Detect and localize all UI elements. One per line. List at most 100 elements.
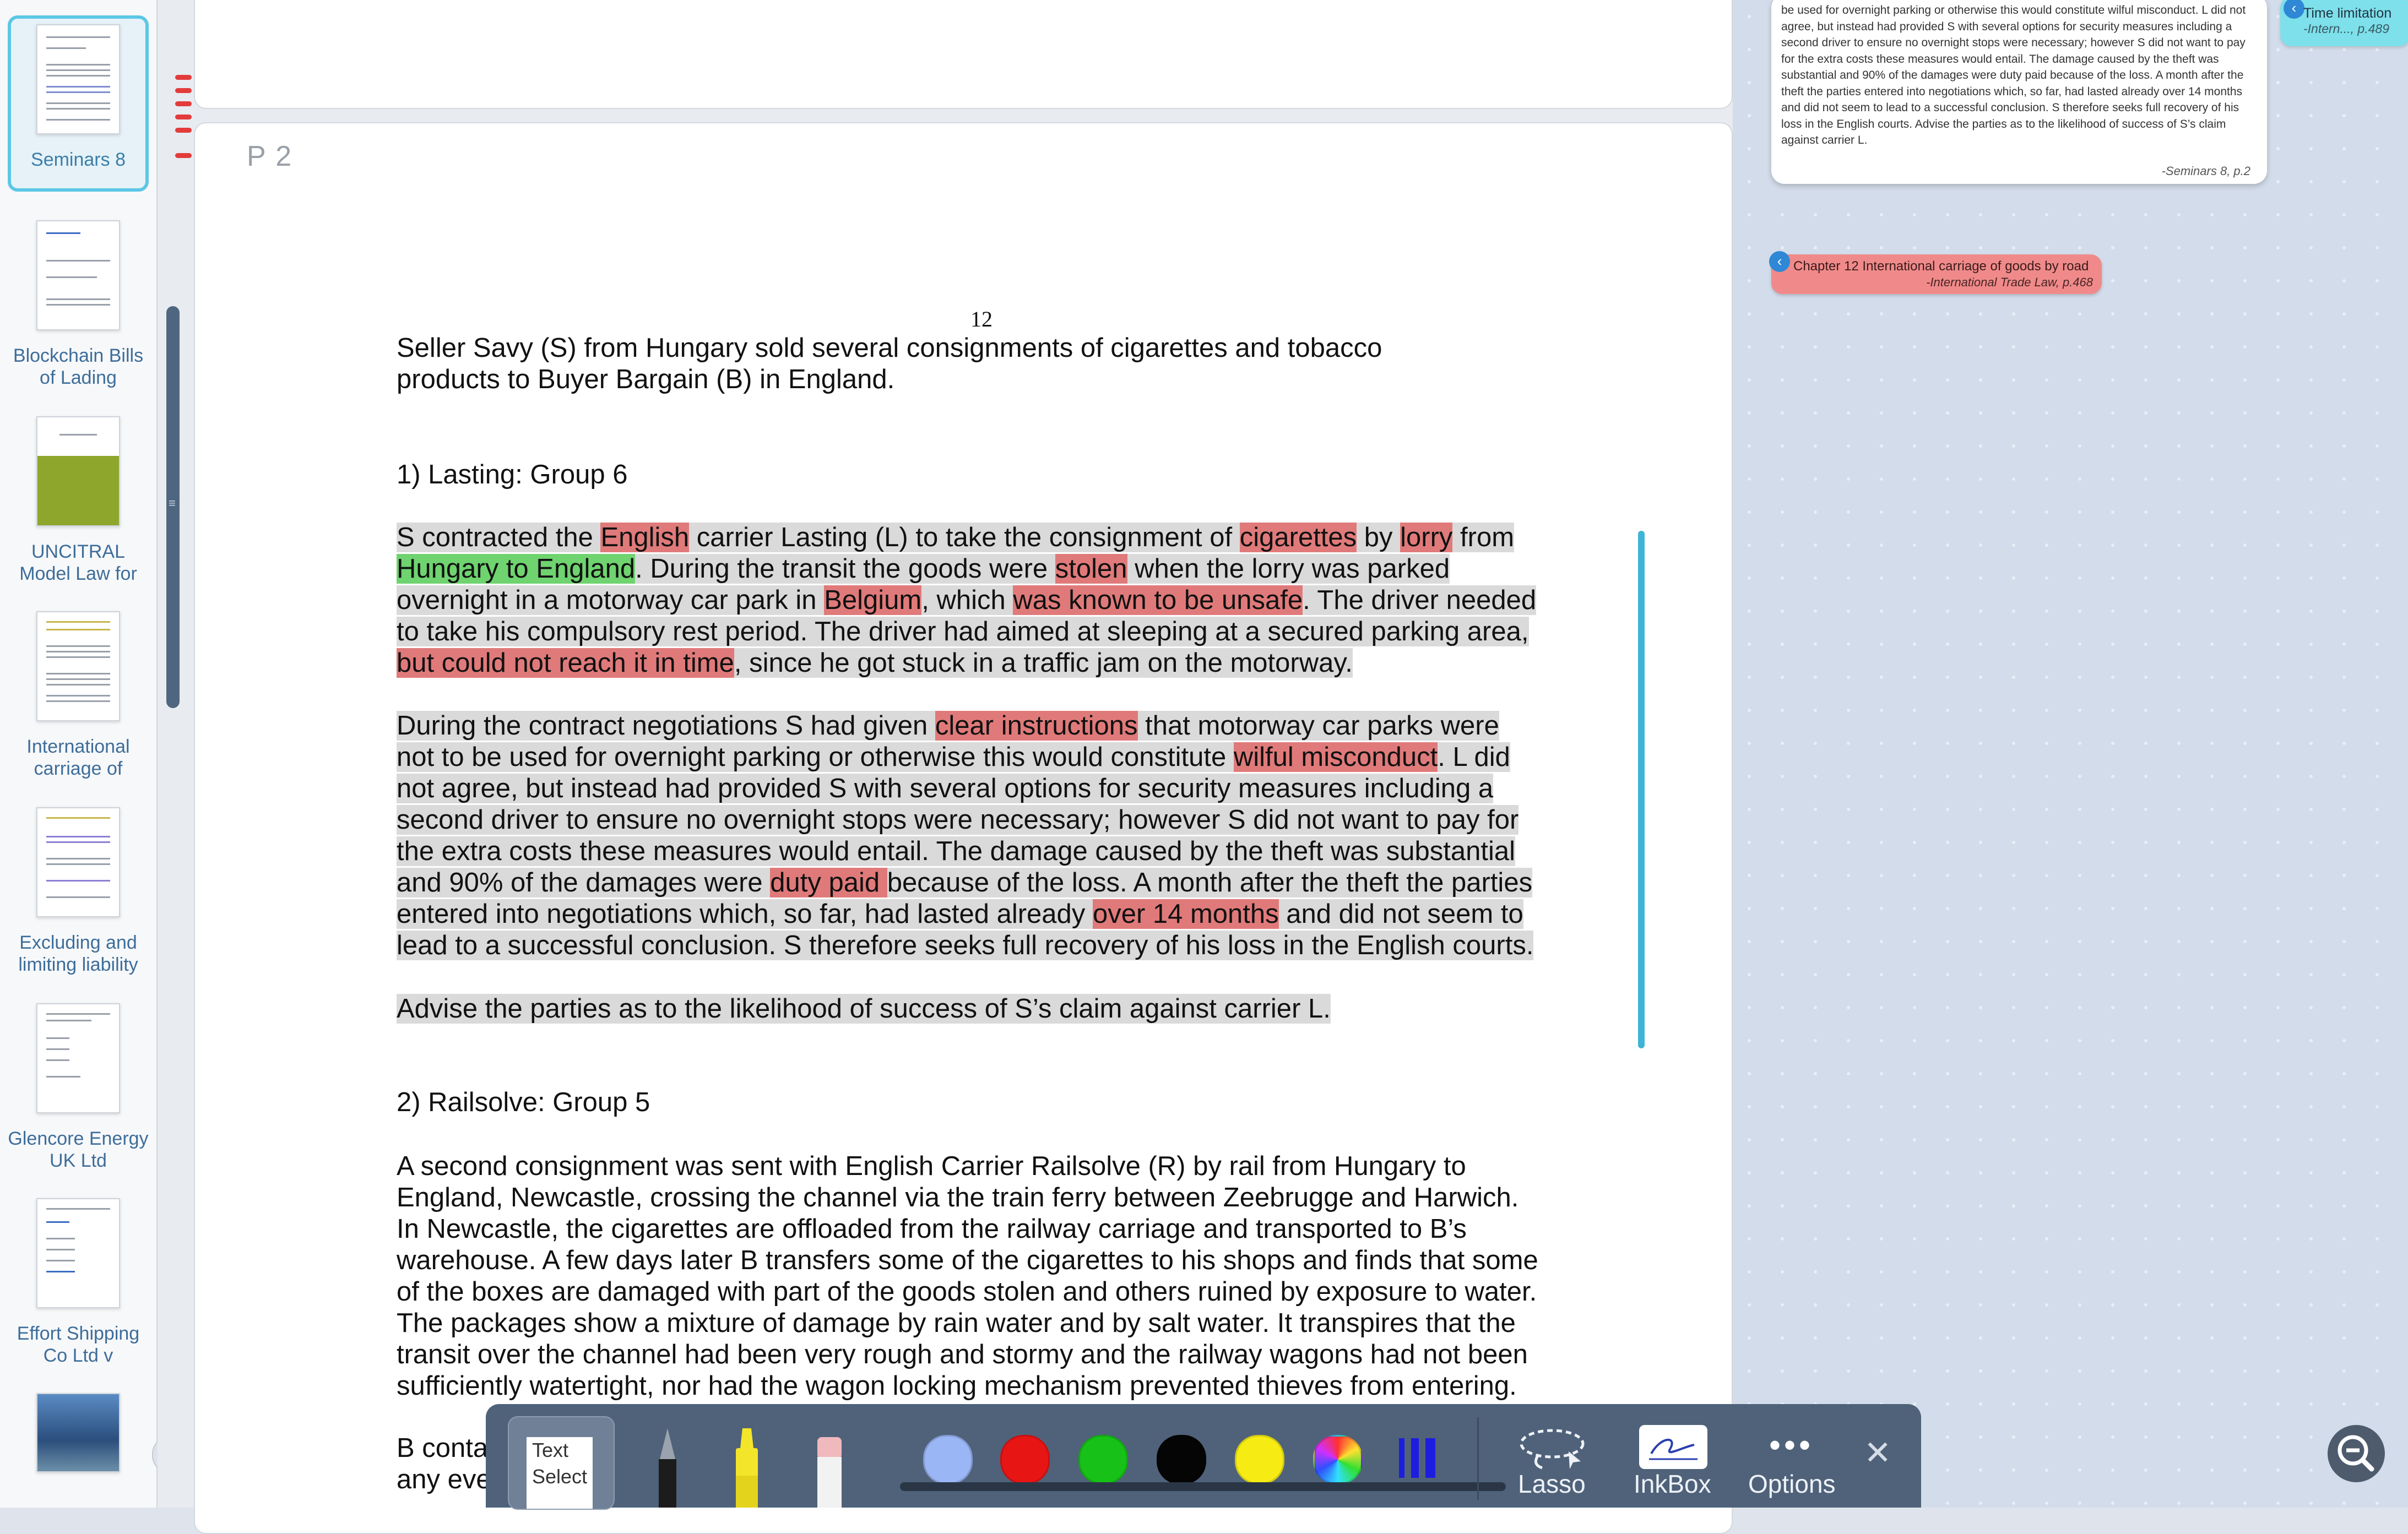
lasso-tool-button[interactable]: [1516, 1426, 1593, 1473]
inkbox-label: InkBox: [1634, 1470, 1711, 1498]
red-highlight[interactable]: wilful misconduct: [1233, 742, 1438, 772]
red-highlight[interactable]: stolen: [1055, 554, 1127, 584]
paragraph-contract-negotiations[interactable]: During the contract negotiations S had g…: [397, 710, 1625, 961]
paragraph-advise-question[interactable]: Advise the parties as to the likelihood …: [397, 993, 1625, 1025]
color-black-swatch[interactable]: [1157, 1435, 1206, 1484]
inkbox-tool-button[interactable]: [1639, 1425, 1707, 1469]
notes-canvas[interactable]: be used for overnight parking or otherwi…: [1733, 0, 2408, 1508]
inkbox-icon: [1649, 1439, 1697, 1460]
red-highlight[interactable]: was known to be unsafe: [1013, 585, 1303, 615]
zoom-out-button[interactable]: [2328, 1425, 2385, 1482]
excerpt-note-card[interactable]: be used for overnight parking or otherwi…: [1771, 0, 2267, 184]
annotation-toolbar: Text Select Lasso InkBox ••• Options ✕: [486, 1404, 1921, 1510]
text-segment: lead to a successful conclusion. S there…: [397, 931, 1534, 960]
tag-title: Chapter 12 International carriage of goo…: [1793, 259, 2089, 274]
color-light-blue-swatch[interactable]: [923, 1435, 973, 1484]
pen-tool-button[interactable]: [646, 1426, 690, 1508]
note-card-text: be used for overnight parking or otherwi…: [1781, 4, 2246, 146]
lasso-icon: [1520, 1429, 1585, 1470]
text-segment: entered into negotiations which, so far,…: [397, 899, 1093, 929]
red-highlight[interactable]: Belgium: [824, 585, 922, 615]
tool-size-slider[interactable]: [900, 1482, 1506, 1491]
color-green-swatch[interactable]: [1078, 1435, 1128, 1484]
text-segment: During the contract negotiations S had g…: [397, 711, 935, 741]
text-segment: the extra costs these measures would ent…: [397, 836, 1516, 866]
document-viewer: ≡ P 2 12 Seller Savy (S) from Hungary so…: [158, 0, 1927, 1534]
text-line: overnight in a motorway car park in Belg…: [397, 585, 1625, 616]
text-segment: . L did: [1438, 742, 1510, 772]
document-page: P 2 12 Seller Savy (S) from Hungary sold…: [194, 122, 1733, 1534]
paragraph-railsolve-facts[interactable]: A second consignment was sent with Engli…: [397, 1151, 1625, 1402]
text-line: transit over the channel had been very r…: [397, 1340, 1528, 1369]
red-highlight[interactable]: but could not reach it in time: [397, 648, 734, 678]
thumbnail-excluding-limiting-liability[interactable]: Excluding and limiting liability: [8, 807, 149, 976]
document-thumbnail-image: [36, 1393, 120, 1472]
text-segment: and 90% of the damages were: [397, 868, 771, 897]
pen-icon: [659, 1428, 676, 1508]
text-segment: and did not seem to: [1278, 899, 1523, 929]
color-picker-rainbow-swatch[interactable]: [1313, 1435, 1363, 1484]
note-card-source: -Seminars 8, p.2: [2161, 164, 2250, 178]
thumbnail-international-carriage[interactable]: International carriage of: [8, 611, 149, 780]
thumbnail-effort-shipping[interactable]: Effort Shipping Co Ltd v: [8, 1198, 149, 1367]
time-limitation-tag[interactable]: ‹ Time limitation -Intern..., p.489: [2280, 0, 2408, 46]
vertical-scrollbar[interactable]: ≡: [166, 306, 180, 708]
stroke-width-button[interactable]: [1396, 1436, 1440, 1483]
red-highlight[interactable]: cigarettes: [1239, 523, 1357, 552]
document-thumbnail-image: [36, 611, 120, 721]
stroke-width-icon: [1399, 1438, 1435, 1478]
grip-icon: ≡: [169, 496, 176, 510]
green-highlight[interactable]: Hungary to England: [397, 554, 636, 584]
eraser-icon: [817, 1437, 842, 1508]
more-options-icon[interactable]: •••: [1769, 1426, 1814, 1464]
chevron-left-icon[interactable]: ‹: [1769, 251, 1790, 272]
thumbnail-glencore-energy[interactable]: Glencore Energy UK Ltd: [8, 1003, 149, 1172]
thumbnail-label: Seminars 8: [31, 149, 126, 170]
chapter-12-tag[interactable]: ‹ Chapter 12 International carriage of g…: [1769, 251, 2102, 294]
text-segment: second driver to ensure no overnight sto…: [397, 805, 1519, 835]
red-highlight[interactable]: duty paid: [770, 868, 887, 897]
heading-railsolve: 2) Railsolve: Group 5: [397, 1087, 650, 1117]
annotation-bracket[interactable]: [1638, 531, 1645, 1048]
text-segment: , which: [921, 585, 1013, 615]
thumbnail-blockchain-bills[interactable]: Blockchain Bills of Lading: [8, 220, 149, 389]
text-segment: overnight in a motorway car park in: [397, 585, 825, 615]
thumbnail-uncitral-model-law[interactable]: UNCITRAL Model Law for: [8, 416, 149, 585]
text-line: and 90% of the damages were duty paid be…: [397, 867, 1625, 899]
document-thumbnail-image: [36, 220, 120, 330]
eraser-tool-button[interactable]: [807, 1426, 852, 1508]
annotation-markers: [167, 66, 192, 165]
thumbnail-seminars-8[interactable]: Seminars 8: [8, 15, 149, 192]
document-thumbnail-image: [36, 807, 120, 917]
red-highlight[interactable]: lorry: [1400, 523, 1453, 552]
highlighter-tool-button[interactable]: [725, 1426, 769, 1508]
thumbnail-label: International carriage of: [26, 736, 130, 779]
paragraph-lasting-facts[interactable]: S contracted the English carrier Lasting…: [397, 522, 1625, 679]
document-thumbnail-image: [36, 1003, 120, 1113]
tag-source: -International Trade Law, p.468: [1926, 275, 2093, 289]
red-highlight[interactable]: clear instructions: [935, 711, 1138, 741]
zoom-out-icon: [2338, 1435, 2374, 1472]
text-line: Advise the parties as to the likelihood …: [397, 993, 1625, 1025]
color-red-swatch[interactable]: [1000, 1435, 1050, 1484]
tag-source: -Intern..., p.489: [2303, 21, 2389, 36]
red-highlight[interactable]: English: [600, 523, 690, 552]
close-toolbar-button[interactable]: ✕: [1864, 1434, 1891, 1472]
intro-paragraph: Seller Savy (S) from Hungary sold severa…: [397, 333, 1625, 395]
text-select-tool-button[interactable]: Text Select: [508, 1416, 615, 1510]
text-segment: Advise the parties as to the likelihood …: [397, 994, 1331, 1024]
lasso-label: Lasso: [1518, 1470, 1586, 1498]
red-highlight[interactable]: over 14 months: [1092, 899, 1279, 929]
document-thumbnail-image: [36, 24, 120, 134]
text-line: In Newcastle, the cigarettes are offload…: [397, 1214, 1467, 1244]
document-thumbnail-image: [36, 1198, 120, 1308]
text-line: S contracted the English carrier Lasting…: [397, 522, 1625, 553]
chevron-left-icon[interactable]: ‹: [2284, 0, 2304, 19]
text-segment: carrier Lasting (L) to take the consignm…: [689, 523, 1240, 552]
thumbnail-city-photo[interactable]: [8, 1393, 149, 1472]
text-line: During the contract negotiations S had g…: [397, 710, 1625, 742]
text-line: but could not reach it in time, since he…: [397, 648, 1625, 679]
color-yellow-swatch[interactable]: [1235, 1435, 1284, 1484]
text-line: to take his compulsory rest period. The …: [397, 616, 1625, 648]
options-label[interactable]: Options: [1748, 1469, 1836, 1499]
